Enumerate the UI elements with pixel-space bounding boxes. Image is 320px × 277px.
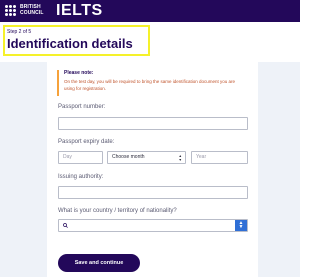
top-bar: BRITISH COUNCIL IELTS: [0, 0, 300, 22]
passport-expiry-label: Passport expiry date:: [58, 139, 115, 145]
british-council-wordmark: BRITISH COUNCIL: [20, 4, 44, 16]
expiry-year-input[interactable]: Year: [191, 151, 248, 164]
note-text: On the test day, you will be required to…: [64, 79, 236, 91]
expiry-year-placeholder: Year: [196, 154, 207, 160]
ielts-logo: IELTS: [56, 2, 103, 19]
note-box: Please note: On the test day, you will b…: [57, 70, 247, 96]
nationality-label: What is your country / territory of nati…: [58, 208, 177, 214]
step-indicator: Step 2 of 5: [7, 29, 32, 35]
expiry-day-input[interactable]: Day: [58, 151, 103, 164]
note-title: Please note:: [64, 70, 94, 76]
search-icon: [63, 223, 68, 228]
passport-number-input[interactable]: [58, 117, 248, 130]
chevron-down-icon: ▼: [238, 224, 244, 230]
british-council-logo-icon: [5, 5, 17, 17]
select-arrows-icon: ▲ ▼: [178, 154, 182, 162]
expiry-day-placeholder: Day: [63, 154, 72, 160]
page-title: Identification details: [7, 36, 133, 51]
issuing-authority-label: Issuing authority:: [58, 174, 104, 180]
expiry-month-select[interactable]: Choose month ▲ ▼: [107, 151, 186, 164]
nationality-search-input[interactable]: ▲ ▼: [58, 219, 248, 232]
expiry-month-value: Choose month: [112, 154, 145, 160]
issuing-authority-input[interactable]: [58, 186, 248, 199]
nationality-dropdown-button[interactable]: ▲ ▼: [235, 220, 247, 231]
save-and-continue-button[interactable]: Save and continue: [58, 254, 140, 272]
passport-number-label: Passport number:: [58, 104, 106, 110]
